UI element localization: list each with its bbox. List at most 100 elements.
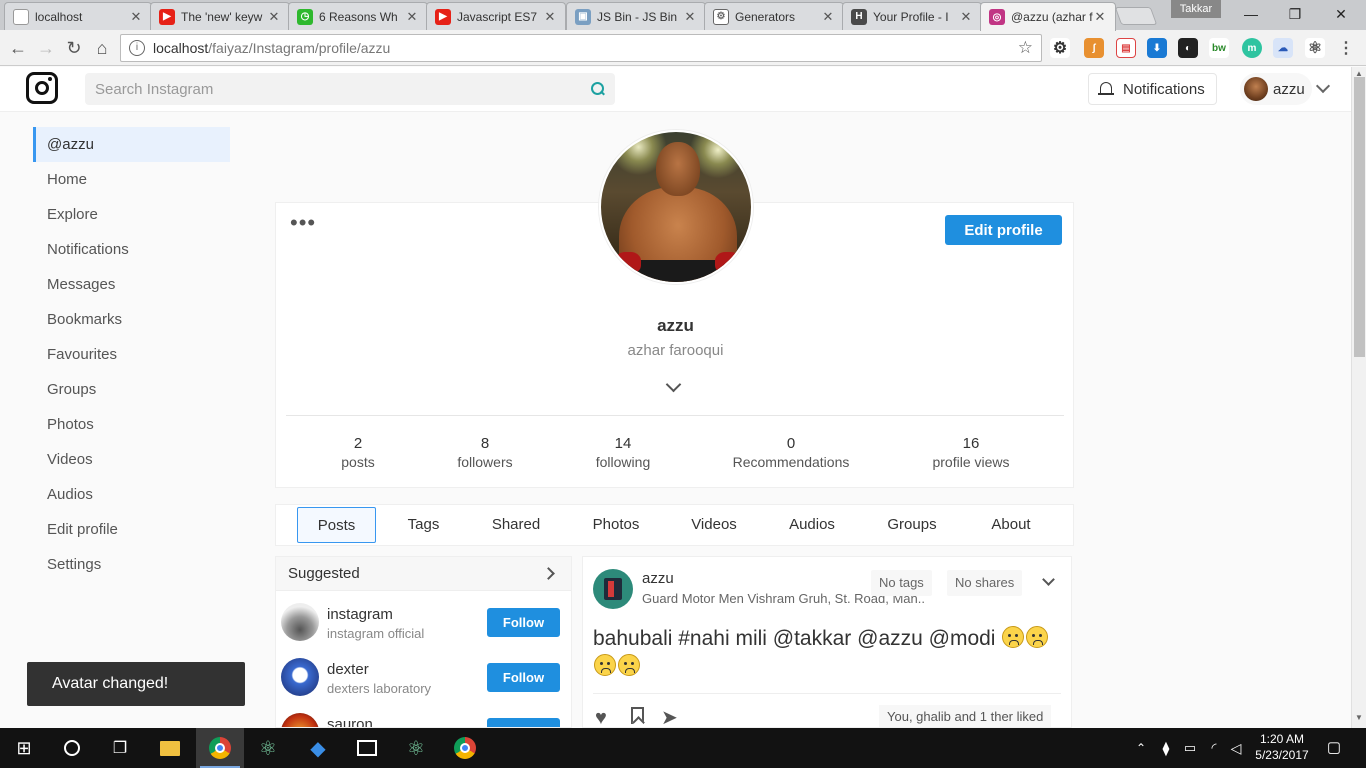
file-explorer-icon[interactable]: [158, 736, 182, 760]
stat-recommendations[interactable]: 0 Recommendations: [728, 435, 854, 470]
more-options-icon[interactable]: •••: [290, 212, 316, 234]
battery-icon[interactable]: ▭: [1180, 728, 1200, 768]
avatar[interactable]: [593, 569, 633, 609]
profile-avatar[interactable]: [599, 130, 753, 284]
close-icon[interactable]: ✕: [129, 9, 143, 25]
extension-icon[interactable]: ▤: [1116, 38, 1136, 58]
tab-audios[interactable]: Audios: [777, 507, 847, 543]
browser-tab[interactable]: ▶ Javascript ES7 ✕: [426, 2, 566, 30]
sidebar-item-favourites[interactable]: Favourites: [33, 337, 230, 372]
chevron-down-icon[interactable]: [665, 376, 682, 393]
sidebar-item-photos[interactable]: Photos: [33, 407, 230, 442]
browser-tab-active[interactable]: ◎ @azzu (azhar f ✕: [980, 2, 1116, 31]
address-bar[interactable]: i localhost/faiyaz/Instagram/profile/azz…: [120, 34, 1042, 62]
tags-chip[interactable]: No tags: [871, 570, 932, 596]
follow-button[interactable]: Follow: [487, 663, 560, 692]
extension-gear-icon[interactable]: ⚙: [1050, 38, 1070, 58]
photos-icon[interactable]: [355, 736, 379, 760]
new-tab-button[interactable]: [1114, 7, 1158, 25]
url-text[interactable]: localhost/faiyaz/Instagram/profile/azzu: [153, 40, 1018, 56]
browser-tab[interactable]: ▶ The 'new' keyw ✕: [150, 2, 290, 30]
close-icon[interactable]: ✕: [543, 9, 557, 25]
forward-icon[interactable]: →: [34, 36, 58, 60]
browser-tab[interactable]: H Your Profile - I ✕: [842, 2, 982, 30]
wifi-icon[interactable]: ◜: [1204, 728, 1224, 768]
download-icon[interactable]: ⬇: [1147, 38, 1167, 58]
sidebar-item-groups[interactable]: Groups: [33, 372, 230, 407]
edit-profile-button[interactable]: Edit profile: [945, 215, 1062, 245]
extension-icon[interactable]: ʃ: [1084, 38, 1104, 58]
search-icon[interactable]: [60, 736, 84, 760]
sidebar-item-edit-profile[interactable]: Edit profile: [33, 512, 230, 547]
stat-followers[interactable]: 8 followers: [450, 435, 520, 470]
sidebar-item-bookmarks[interactable]: Bookmarks: [33, 302, 230, 337]
browser-tab[interactable]: ⚙ Generators ✕: [704, 2, 844, 30]
scroll-down-icon[interactable]: ▼: [1355, 713, 1363, 722]
sidebar-item-home[interactable]: Home: [33, 162, 230, 197]
instagram-logo-icon[interactable]: [26, 72, 58, 104]
close-icon[interactable]: ✕: [267, 9, 281, 25]
bookmark-star-icon[interactable]: ☆: [1018, 38, 1033, 58]
task-view-icon[interactable]: ❐: [108, 736, 132, 760]
close-icon[interactable]: ✕: [683, 9, 697, 25]
suggested-name[interactable]: sauron: [327, 716, 373, 727]
close-window-icon[interactable]: ✕: [1318, 0, 1364, 28]
sidebar-item-messages[interactable]: Messages: [33, 267, 230, 302]
avatar[interactable]: [281, 658, 319, 696]
sidebar-item-profile[interactable]: @azzu: [33, 127, 230, 162]
sidebar-item-videos[interactable]: Videos: [33, 442, 230, 477]
post-username[interactable]: azzu: [642, 570, 674, 587]
chevron-down-icon[interactable]: [1315, 78, 1331, 94]
tab-shared[interactable]: Shared: [481, 507, 551, 543]
scrollbar-thumb[interactable]: [1354, 77, 1365, 357]
extension-icon[interactable]: ⚛: [1305, 38, 1325, 58]
scrollbar[interactable]: ▲ ▼: [1351, 67, 1366, 728]
close-icon[interactable]: ✕: [959, 9, 973, 25]
tab-groups[interactable]: Groups: [877, 507, 947, 543]
info-icon[interactable]: i: [129, 40, 145, 56]
avatar[interactable]: [281, 713, 319, 727]
search-input[interactable]: [95, 80, 591, 98]
search-icon[interactable]: [591, 82, 605, 96]
dropbox-icon[interactable]: ⧫: [1156, 728, 1176, 768]
sidebar-item-notifications[interactable]: Notifications: [33, 232, 230, 267]
action-center-icon[interactable]: ▢: [1322, 728, 1346, 768]
back-icon[interactable]: ←: [6, 36, 30, 60]
browser-tab[interactable]: ◷ 6 Reasons Wh ✕: [288, 2, 428, 30]
sidebar-item-settings[interactable]: Settings: [33, 547, 230, 582]
stat-posts[interactable]: 2 posts: [333, 435, 383, 470]
tab-videos[interactable]: Videos: [679, 507, 749, 543]
suggested-header[interactable]: Suggested: [276, 557, 571, 591]
stat-following[interactable]: 14 following: [588, 435, 658, 470]
atom-icon[interactable]: ⚛: [256, 736, 280, 760]
reload-icon[interactable]: ↻: [62, 36, 86, 60]
home-icon[interactable]: ⌂: [90, 36, 114, 60]
suggested-name[interactable]: dexter: [327, 661, 369, 678]
stat-profile-views[interactable]: 16 profile views: [921, 435, 1021, 470]
chevron-right-icon[interactable]: [542, 567, 555, 580]
tab-posts[interactable]: Posts: [297, 507, 376, 543]
shares-chip[interactable]: No shares: [947, 570, 1023, 596]
close-icon[interactable]: ✕: [405, 9, 419, 25]
chrome-profile-badge[interactable]: Takkar: [1171, 0, 1221, 18]
tab-photos[interactable]: Photos: [581, 507, 651, 543]
tab-tags[interactable]: Tags: [396, 507, 451, 543]
minimize-icon[interactable]: —: [1228, 0, 1274, 28]
heart-icon[interactable]: ♥: [595, 707, 607, 727]
follow-button[interactable]: Follow: [487, 608, 560, 637]
clock[interactable]: 1:20 AM 5/23/2017: [1248, 728, 1316, 768]
send-icon[interactable]: ➤: [661, 705, 678, 727]
close-icon[interactable]: ✕: [821, 9, 835, 25]
chevron-down-icon[interactable]: [1042, 573, 1055, 586]
avatar[interactable]: [281, 603, 319, 641]
chrome-icon[interactable]: [453, 736, 477, 760]
follow-button[interactable]: Follow: [487, 718, 560, 727]
bookmark-icon[interactable]: [631, 707, 644, 724]
vscode-icon[interactable]: ◆: [306, 736, 330, 760]
browser-tab[interactable]: localhost ✕: [4, 2, 152, 30]
close-icon[interactable]: ✕: [1093, 9, 1107, 25]
search-box[interactable]: [85, 73, 615, 105]
extension-icon[interactable]: bw: [1209, 38, 1229, 58]
extension-icon[interactable]: m: [1242, 38, 1262, 58]
sidebar-item-audios[interactable]: Audios: [33, 477, 230, 512]
